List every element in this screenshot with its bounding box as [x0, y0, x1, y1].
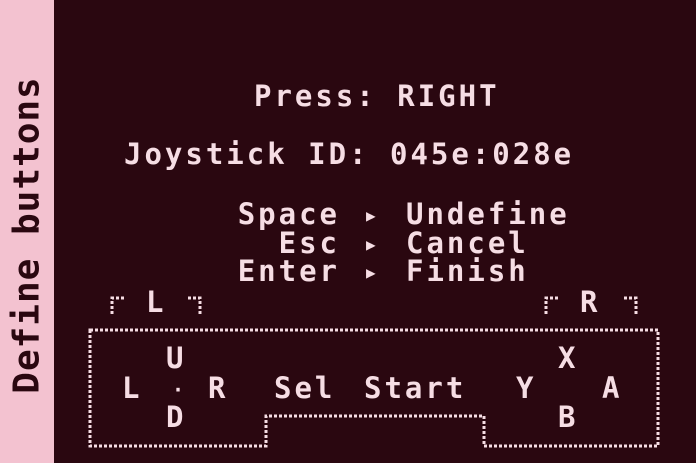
- shoulder-right-bracket-left: [544, 296, 560, 314]
- dpad-center-dot: ·: [172, 378, 185, 402]
- select-button[interactable]: Sel: [274, 374, 335, 403]
- shoulder-left-bracket-left: [110, 296, 124, 314]
- y-button[interactable]: Y: [516, 374, 533, 403]
- dpad-down-button[interactable]: D: [166, 403, 183, 432]
- dpad-right-button[interactable]: R: [208, 374, 225, 403]
- dpad-left-button[interactable]: L: [122, 374, 139, 403]
- dpad-up-button[interactable]: U: [166, 344, 183, 373]
- define-buttons-screen: Define buttons Press: RIGHT Joystick ID:…: [0, 0, 696, 463]
- b-button[interactable]: B: [558, 403, 575, 432]
- a-button[interactable]: A: [602, 374, 619, 403]
- shoulder-right-button[interactable]: R: [580, 288, 597, 317]
- start-button[interactable]: Start: [364, 374, 466, 403]
- controller-outline: [88, 296, 660, 448]
- shoulder-left-button[interactable]: L: [146, 288, 163, 317]
- shoulder-left-bracket-right: [188, 296, 202, 314]
- x-button[interactable]: X: [558, 344, 575, 373]
- shoulder-right-bracket-right: [624, 296, 638, 314]
